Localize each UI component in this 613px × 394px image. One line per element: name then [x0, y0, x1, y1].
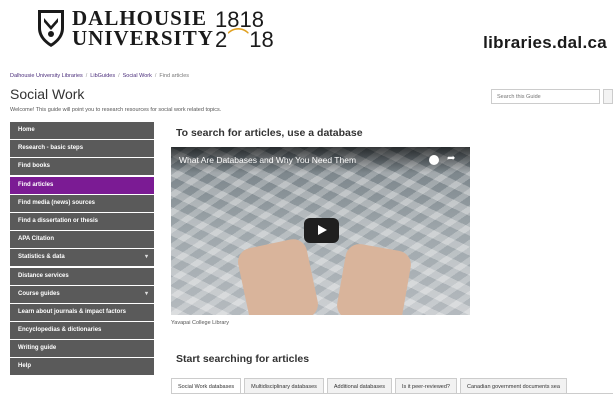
- chevron-down-icon[interactable]: ▾: [145, 290, 148, 297]
- sidebar-item-journals-impact[interactable]: Learn about journals & impact factors: [10, 303, 154, 321]
- sidebar-item-find-dissertation[interactable]: Find a dissertation or thesis: [10, 212, 154, 230]
- breadcrumb-link-social-work[interactable]: Social Work: [123, 73, 152, 79]
- sidebar-item-label: Course guides: [18, 290, 60, 297]
- sidebar-nav: Home Research - basic steps Find books F…: [10, 122, 154, 377]
- sidebar-item-help[interactable]: Help: [10, 358, 154, 376]
- sidebar-item-find-articles[interactable]: Find articles: [10, 176, 154, 194]
- watch-later-icon[interactable]: [429, 155, 439, 165]
- database-tabs: Social Work databases Multidisciplinary …: [171, 378, 570, 394]
- year-2018-suffix: 18: [249, 27, 274, 52]
- shield-icon: [38, 10, 64, 47]
- welcome-text: Welcome! This guide will point you to re…: [10, 107, 222, 113]
- sidebar-item-label: Research - basic steps: [18, 145, 84, 152]
- breadcrumb-separator: /: [118, 73, 120, 79]
- libraries-site-link[interactable]: libraries.dal.ca: [483, 33, 607, 53]
- university-name-line1: DALHOUSIE: [72, 6, 208, 30]
- breadcrumb-current: Find articles: [159, 73, 190, 79]
- site-header: DALHOUSIE UNIVERSITY 1818 2⌒18 libraries…: [0, 0, 613, 64]
- anniversary-years: 1818 2⌒18: [215, 9, 274, 52]
- sidebar-item-statistics-data[interactable]: Statistics & data ▾: [10, 249, 154, 267]
- sidebar-item-label: Distance services: [18, 272, 69, 279]
- breadcrumb-separator: /: [154, 73, 157, 79]
- page-title: Social Work: [10, 86, 85, 102]
- tab-canadian-government-documents[interactable]: Canadian government documents sea: [459, 378, 567, 394]
- breadcrumb-separator: /: [85, 73, 88, 79]
- search-guide-input[interactable]: [491, 89, 600, 104]
- tab-multidisciplinary-databases[interactable]: Multidisciplinary databases: [244, 378, 324, 394]
- sidebar-item-label: Home: [18, 127, 35, 133]
- sidebar-item-label: Help: [18, 363, 32, 370]
- year-2018: 2⌒18: [215, 27, 274, 52]
- sidebar-item-find-books[interactable]: Find books: [10, 158, 154, 176]
- breadcrumb-link-libguides[interactable]: LibGuides: [90, 73, 115, 79]
- video-thumbnail-hand: [334, 241, 414, 315]
- sidebar-item-label: Find articles: [18, 181, 54, 188]
- sidebar-item-writing-guide[interactable]: Writing guide: [10, 340, 154, 358]
- year-2018-arc: ⌒: [227, 27, 250, 52]
- sidebar-item-label: Writing guide: [18, 345, 57, 352]
- sidebar-item-home[interactable]: Home: [10, 122, 154, 139]
- year-2018-prefix: 2: [215, 27, 228, 52]
- sidebar-item-encyclopedias[interactable]: Encyclopedias & dictionaries: [10, 322, 154, 340]
- tab-peer-reviewed[interactable]: Is it peer-reviewed?: [394, 378, 457, 394]
- sidebar-item-find-media[interactable]: Find media (news) sources: [10, 194, 154, 212]
- university-name: DALHOUSIE UNIVERSITY: [72, 6, 214, 50]
- sidebar-item-label: Statistics & data: [18, 254, 65, 261]
- sidebar-item-label: Find a dissertation or thesis: [18, 217, 99, 224]
- university-name-line2: UNIVERSITY: [72, 26, 214, 50]
- tab-social-work-databases[interactable]: Social Work databases: [171, 378, 242, 394]
- section-title-start-searching: Start searching for articles: [176, 353, 310, 365]
- sidebar-item-label: Learn about journals & impact factors: [18, 308, 127, 315]
- breadcrumb-link-libraries[interactable]: Dalhousie University Libraries: [10, 73, 83, 79]
- sidebar-item-label: Find books: [18, 163, 50, 170]
- tab-additional-databases[interactable]: Additional databases: [326, 378, 392, 394]
- sidebar-item-research-basic-steps[interactable]: Research - basic steps: [10, 140, 154, 158]
- sidebar-item-label: APA Citation: [18, 236, 54, 243]
- sidebar-item-apa-citation[interactable]: APA Citation: [10, 231, 154, 249]
- play-button[interactable]: [304, 218, 339, 243]
- sidebar-item-course-guides[interactable]: Course guides ▾: [10, 285, 154, 303]
- share-icon[interactable]: ➦: [447, 153, 455, 164]
- breadcrumb: Dalhousie University Libraries / LibGuides…: [10, 73, 189, 79]
- sidebar-item-label: Find media (news) sources: [18, 199, 96, 206]
- section-title-search-articles: To search for articles, use a database: [176, 127, 363, 139]
- chevron-down-icon[interactable]: ▾: [145, 253, 148, 260]
- video-player[interactable]: What Are Databases and Why You Need Them…: [171, 147, 470, 315]
- video-title[interactable]: What Are Databases and Why You Need Them: [179, 155, 356, 165]
- video-caption: Yavapai College Library: [171, 320, 229, 326]
- sidebar-item-label: Encyclopedias & dictionaries: [18, 327, 102, 334]
- search-button[interactable]: [603, 89, 613, 104]
- sidebar-item-distance-services[interactable]: Distance services: [10, 267, 154, 285]
- university-logo[interactable]: DALHOUSIE UNIVERSITY: [36, 6, 214, 50]
